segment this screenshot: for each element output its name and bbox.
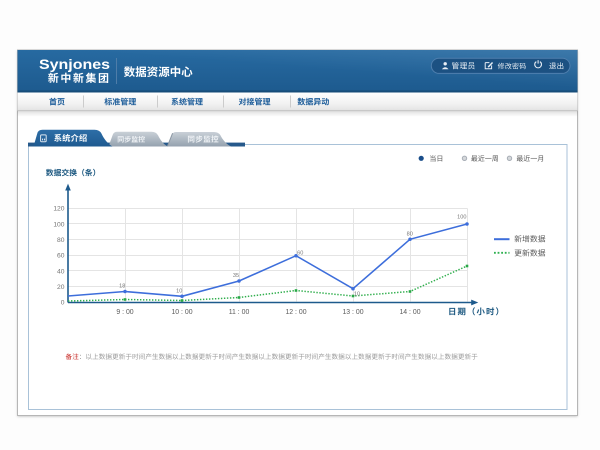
svg-text:18: 18 — [119, 284, 125, 290]
svg-text:10 : 00: 10 : 00 — [171, 309, 192, 316]
svg-text:80: 80 — [407, 231, 413, 237]
svg-text:10: 10 — [354, 291, 360, 297]
svg-text:13 : 00: 13 : 00 — [342, 309, 363, 316]
svg-text:9 : 00: 9 : 00 — [116, 309, 133, 316]
svg-text:35: 35 — [233, 273, 239, 279]
svg-text:80: 80 — [57, 237, 65, 244]
svg-text:120: 120 — [53, 206, 64, 213]
svg-text:100: 100 — [457, 214, 466, 220]
svg-text:60: 60 — [297, 251, 303, 257]
svg-text:12 : 00: 12 : 00 — [285, 309, 306, 316]
svg-text:0: 0 — [61, 300, 65, 307]
svg-text:60: 60 — [57, 253, 65, 260]
svg-text:100: 100 — [53, 221, 64, 228]
svg-text:20: 20 — [57, 284, 65, 291]
svg-text:40: 40 — [57, 268, 65, 275]
svg-text:10: 10 — [176, 289, 182, 295]
svg-text:11 : 00: 11 : 00 — [229, 309, 250, 316]
svg-text:Synjones: Synjones — [39, 57, 110, 72]
svg-text:14 : 00: 14 : 00 — [399, 309, 420, 316]
